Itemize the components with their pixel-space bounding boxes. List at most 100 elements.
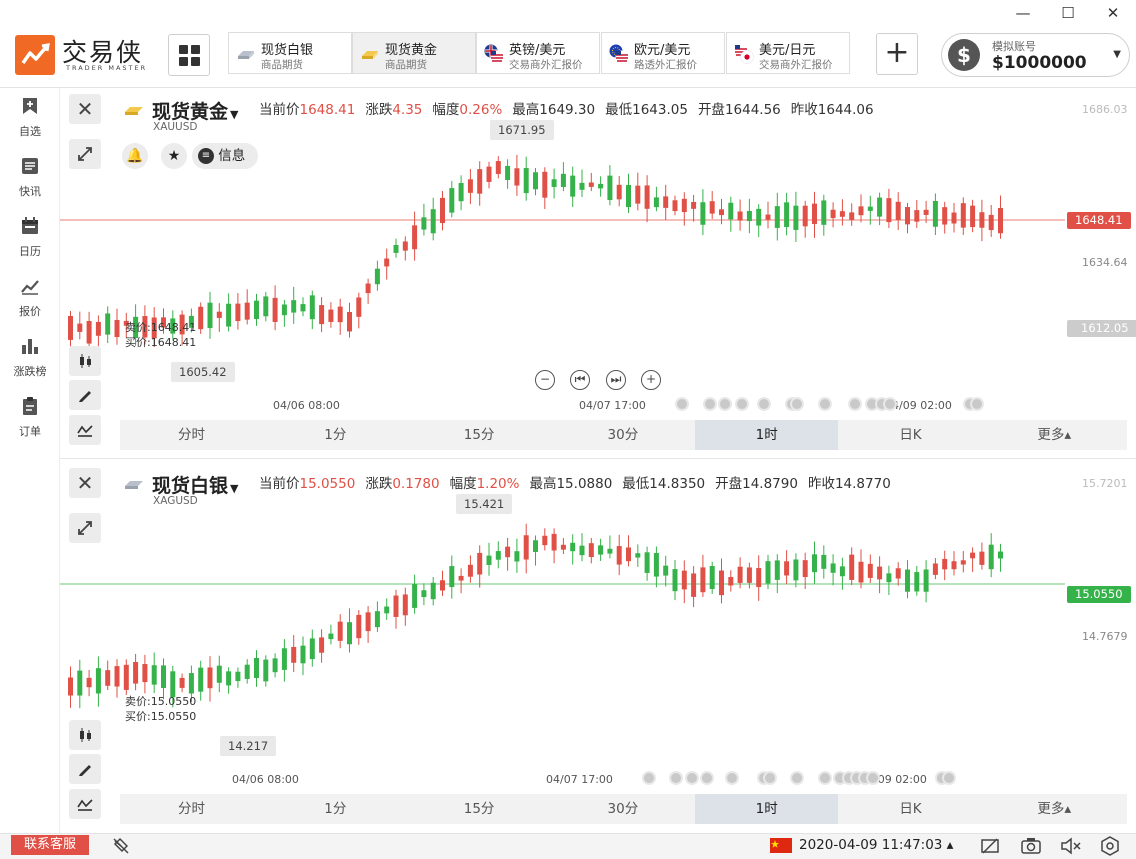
timeframe-tab[interactable]: 分时 bbox=[120, 794, 263, 824]
news-event-marker[interactable] bbox=[818, 771, 832, 785]
candle-body bbox=[207, 302, 213, 329]
candle-body bbox=[663, 196, 669, 208]
candle-body bbox=[895, 568, 901, 579]
sidebar-item-2[interactable]: 快讯 bbox=[0, 148, 60, 204]
tab-1[interactable]: 现货白银 商品期货 bbox=[228, 32, 352, 74]
timeframe-tab[interactable]: 1分 bbox=[264, 794, 407, 824]
candle-body bbox=[691, 573, 697, 597]
candle-body bbox=[198, 667, 204, 692]
news-event-marker[interactable] bbox=[703, 397, 717, 411]
jump-start-button[interactable]: ⏮ bbox=[570, 370, 590, 390]
candle-body bbox=[161, 665, 166, 688]
news-event-marker[interactable] bbox=[866, 771, 880, 785]
candle-body bbox=[505, 546, 511, 558]
low-price-callout: 1605.42 bbox=[171, 362, 235, 382]
candle-body bbox=[681, 570, 687, 590]
time-axis-label: 04/07 17:00 bbox=[546, 773, 613, 786]
contact-service-button[interactable]: 联系客服 bbox=[11, 835, 89, 855]
layout-grid-button[interactable] bbox=[168, 34, 210, 76]
news-event-marker[interactable] bbox=[700, 771, 714, 785]
candle-body bbox=[495, 161, 501, 174]
zoom-out-button[interactable]: − bbox=[535, 370, 555, 390]
candle-body bbox=[542, 535, 548, 546]
news-event-marker[interactable] bbox=[883, 397, 897, 411]
news-event-marker[interactable] bbox=[675, 397, 689, 411]
news-event-marker[interactable] bbox=[669, 771, 683, 785]
timeframe-tab[interactable]: 30分 bbox=[551, 794, 694, 824]
timeframe-tab[interactable]: 分时 bbox=[120, 420, 263, 450]
settings-icon[interactable] bbox=[1100, 836, 1120, 856]
news-event-marker[interactable] bbox=[735, 397, 749, 411]
minimize-button[interactable]: — bbox=[1008, 2, 1038, 24]
chart-type-button[interactable] bbox=[69, 346, 101, 376]
mute-icon[interactable] bbox=[1060, 837, 1082, 855]
maximize-button[interactable]: ☐ bbox=[1053, 2, 1083, 24]
connection-icon[interactable] bbox=[112, 837, 130, 855]
candle-body bbox=[849, 212, 855, 220]
tab-5[interactable]: 美元/日元 交易商外汇报价 bbox=[726, 32, 850, 74]
candle-body bbox=[895, 201, 901, 221]
timeframe-tab[interactable]: 1分 bbox=[264, 420, 407, 450]
candle-body bbox=[458, 575, 464, 581]
draw-tool-button[interactable] bbox=[69, 754, 101, 784]
sidebar-item-1[interactable]: 自选 bbox=[0, 88, 60, 144]
close-window-button[interactable]: ✕ bbox=[1098, 2, 1128, 24]
indicator-button[interactable] bbox=[69, 415, 101, 445]
draw-tool-button[interactable] bbox=[69, 380, 101, 410]
news-event-marker[interactable] bbox=[725, 771, 739, 785]
news-event-marker[interactable] bbox=[685, 771, 699, 785]
news-event-marker[interactable] bbox=[848, 397, 862, 411]
candle-body bbox=[374, 611, 380, 628]
indicator-button[interactable] bbox=[69, 789, 101, 819]
clock-datetime[interactable]: 2020-04-09 11:47:03 ▴ bbox=[799, 837, 953, 853]
zoom-in-button[interactable]: + bbox=[641, 370, 661, 390]
fullscreen-off-icon[interactable] bbox=[980, 837, 1000, 855]
account-selector[interactable]: $ 模拟账号 $1000000 ▼ bbox=[941, 33, 1130, 77]
tab-3[interactable]: 英镑/美元 交易商外汇报价 bbox=[476, 32, 600, 74]
jump-end-button[interactable]: ⏭ bbox=[606, 370, 626, 390]
tab-subtitle: 商品期货 bbox=[261, 59, 303, 71]
candlestick-chart[interactable] bbox=[60, 90, 1065, 400]
news-event-marker[interactable] bbox=[942, 771, 956, 785]
news-event-marker[interactable] bbox=[642, 771, 656, 785]
timeframe-tab[interactable]: 1时 bbox=[695, 794, 839, 824]
candlestick-chart[interactable] bbox=[60, 464, 1065, 774]
tab-2[interactable]: 现货黄金 商品期货 bbox=[352, 32, 476, 74]
candle-body bbox=[477, 552, 483, 575]
candle-body bbox=[700, 202, 706, 225]
news-event-marker[interactable] bbox=[790, 771, 804, 785]
news-event-marker[interactable] bbox=[790, 397, 804, 411]
sidebar-item-5[interactable]: 涨跌榜 bbox=[0, 328, 60, 384]
candle-body bbox=[105, 313, 111, 335]
candle-body bbox=[709, 566, 715, 590]
timeframe-tab[interactable]: 更多▴ bbox=[983, 794, 1126, 824]
sidebar-item-6[interactable]: 订单 bbox=[0, 388, 60, 444]
timeframe-tab[interactable]: 更多▴ bbox=[983, 420, 1126, 450]
candle-body bbox=[235, 671, 241, 682]
news-event-marker[interactable] bbox=[818, 397, 832, 411]
news-event-marker[interactable] bbox=[763, 771, 777, 785]
news-event-marker[interactable] bbox=[970, 397, 984, 411]
camera-icon[interactable] bbox=[1020, 837, 1042, 855]
add-tab-button[interactable]: + bbox=[876, 33, 918, 75]
candle-body bbox=[533, 172, 538, 190]
timeframe-tab[interactable]: 日K bbox=[839, 794, 982, 824]
timeframe-tab[interactable]: 日K bbox=[839, 420, 982, 450]
candle-body bbox=[923, 209, 929, 215]
timeframe-tab[interactable]: 15分 bbox=[408, 420, 551, 450]
candle-body bbox=[951, 561, 957, 570]
timeframe-tab[interactable]: 30分 bbox=[551, 420, 694, 450]
timeframe-tab[interactable]: 15分 bbox=[408, 794, 551, 824]
candle-body bbox=[812, 554, 817, 573]
timeframe-bar: 分时 1分 15分 30分 1时 日K 更多▴ bbox=[120, 420, 1127, 450]
chart-type-button[interactable] bbox=[69, 720, 101, 750]
news-event-marker[interactable] bbox=[757, 397, 771, 411]
candle-body bbox=[830, 209, 836, 219]
candle-body bbox=[942, 558, 948, 570]
sidebar-item-3[interactable]: 日历 bbox=[0, 208, 60, 264]
timeframe-tab[interactable]: 1时 bbox=[695, 420, 839, 450]
tab-subtitle: 商品期货 bbox=[385, 59, 427, 71]
tab-4[interactable]: 欧元/美元 路透外汇报价 bbox=[601, 32, 725, 74]
news-event-marker[interactable] bbox=[718, 397, 732, 411]
sidebar-item-4[interactable]: 报价 bbox=[0, 268, 60, 324]
